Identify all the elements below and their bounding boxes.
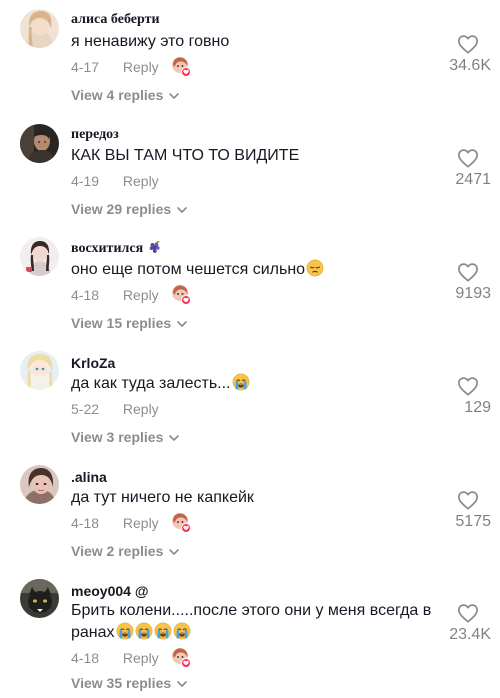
view-replies-button[interactable]: View 2 replies [71, 543, 179, 559]
comment-item: восхитился оно еще потом чешется сильно … [0, 228, 500, 342]
comment-date: 5-22 [71, 401, 100, 417]
comment-text: Брить колени.....после этого они у меня … [71, 600, 441, 644]
heart-icon[interactable] [457, 262, 479, 282]
comment-item: meoy004 @ Брить колени.....после этого о… [0, 570, 500, 698]
view-replies-label: View 2 replies [71, 543, 164, 559]
creator-liked-icon [170, 647, 192, 669]
avatar[interactable] [20, 351, 59, 390]
comment-username[interactable]: восхитился [71, 240, 162, 257]
chevron-down-icon [177, 207, 187, 213]
reply-button[interactable]: Reply [123, 287, 159, 303]
view-replies-label: View 35 replies [71, 675, 172, 691]
creator-liked-icon [170, 284, 192, 306]
comment-item: .alina да тут ничего не капкейк 4-18 Rep… [0, 456, 500, 570]
pensive-face-icon [306, 259, 324, 277]
view-replies-label: View 4 replies [71, 87, 164, 103]
heart-icon[interactable] [457, 148, 479, 168]
comment-text-line: ранах [71, 622, 441, 644]
creator-liked-icon [170, 56, 192, 78]
comment-username-text: восхитился [71, 241, 144, 256]
crying-face-icon [154, 622, 172, 640]
comment-username[interactable]: .alina [71, 469, 107, 485]
comment-item: KrloZa да как туда залесть... 5-22 Reply… [0, 342, 500, 456]
grapes-icon [148, 240, 162, 254]
comment-text: КАК ВЫ ТАМ ЧТО ТО ВИДИТЕ [71, 147, 300, 164]
comment-text: да тут ничего не капкейк [71, 489, 254, 506]
comment-item: передоз КАК ВЫ ТАМ ЧТО ТО ВИДИТЕ 4-19 Re… [0, 114, 500, 228]
like-count: 9193 [455, 285, 491, 302]
chevron-down-icon [177, 321, 187, 327]
heart-icon[interactable] [457, 603, 479, 623]
comment-meta: 4-18 Reply [71, 287, 159, 303]
heart-icon[interactable] [457, 34, 479, 54]
crying-face-icon [173, 622, 191, 640]
view-replies-button[interactable]: View 29 replies [71, 201, 187, 217]
avatar[interactable] [20, 237, 59, 276]
view-replies-label: View 15 replies [71, 315, 172, 331]
view-replies-label: View 29 replies [71, 201, 172, 217]
avatar[interactable] [20, 124, 59, 163]
like-count: 5175 [455, 513, 491, 530]
heart-icon[interactable] [457, 376, 479, 396]
comment-text: я ненавижу это говно [71, 33, 230, 50]
heart-icon[interactable] [457, 490, 479, 510]
like-count: 129 [464, 399, 491, 416]
creator-liked-icon [170, 512, 192, 534]
comment-meta: 5-22 Reply [71, 401, 159, 417]
reply-button[interactable]: Reply [123, 515, 159, 531]
view-replies-button[interactable]: View 4 replies [71, 87, 179, 103]
comment-username[interactable]: передоз [71, 127, 119, 143]
comment-text-body: оно еще потом чешется сильно [71, 261, 306, 278]
reply-button[interactable]: Reply [123, 173, 159, 189]
crying-face-icon [232, 373, 250, 391]
chevron-down-icon [177, 681, 187, 687]
reply-button[interactable]: Reply [123, 650, 159, 666]
avatar[interactable] [20, 9, 59, 48]
comment-date: 4-18 [71, 287, 100, 303]
reply-button[interactable]: Reply [123, 401, 159, 417]
comment-item: алиса беберти я ненавижу это говно 4-17 … [0, 0, 500, 114]
comment-text: да как туда залесть... [71, 373, 441, 395]
comment-meta: 4-19 Reply [71, 173, 159, 189]
comment-username[interactable]: KrloZa [71, 355, 115, 371]
comment-text-body: ранах [71, 624, 115, 641]
chevron-down-icon [169, 435, 179, 441]
comment-date: 4-18 [71, 650, 100, 666]
crying-face-icon [135, 622, 153, 640]
comment-meta: 4-17 Reply [71, 59, 159, 75]
view-replies-button[interactable]: View 15 replies [71, 315, 187, 331]
chevron-down-icon [169, 93, 179, 99]
comment-date: 4-17 [71, 59, 100, 75]
comment-username[interactable]: алиса беберти [71, 12, 160, 28]
avatar[interactable] [20, 465, 59, 504]
chevron-down-icon [169, 549, 179, 555]
reply-button[interactable]: Reply [123, 59, 159, 75]
comment-date: 4-18 [71, 515, 100, 531]
comment-username[interactable]: meoy004 @ [71, 583, 148, 599]
comment-text-line: Брить колени.....после этого они у меня … [71, 602, 432, 619]
comment-meta: 4-18 Reply [71, 650, 159, 666]
like-count: 34.6K [449, 57, 491, 74]
view-replies-button[interactable]: View 3 replies [71, 429, 179, 445]
crying-face-icon [116, 622, 134, 640]
view-replies-label: View 3 replies [71, 429, 164, 445]
comment-text: оно еще потом чешется сильно [71, 259, 441, 281]
avatar[interactable] [20, 579, 59, 618]
comment-text-body: да как туда залесть... [71, 375, 231, 392]
like-count: 23.4K [449, 626, 491, 643]
like-count: 2471 [455, 171, 491, 188]
comment-meta: 4-18 Reply [71, 515, 159, 531]
view-replies-button[interactable]: View 35 replies [71, 675, 187, 691]
comment-date: 4-19 [71, 173, 100, 189]
